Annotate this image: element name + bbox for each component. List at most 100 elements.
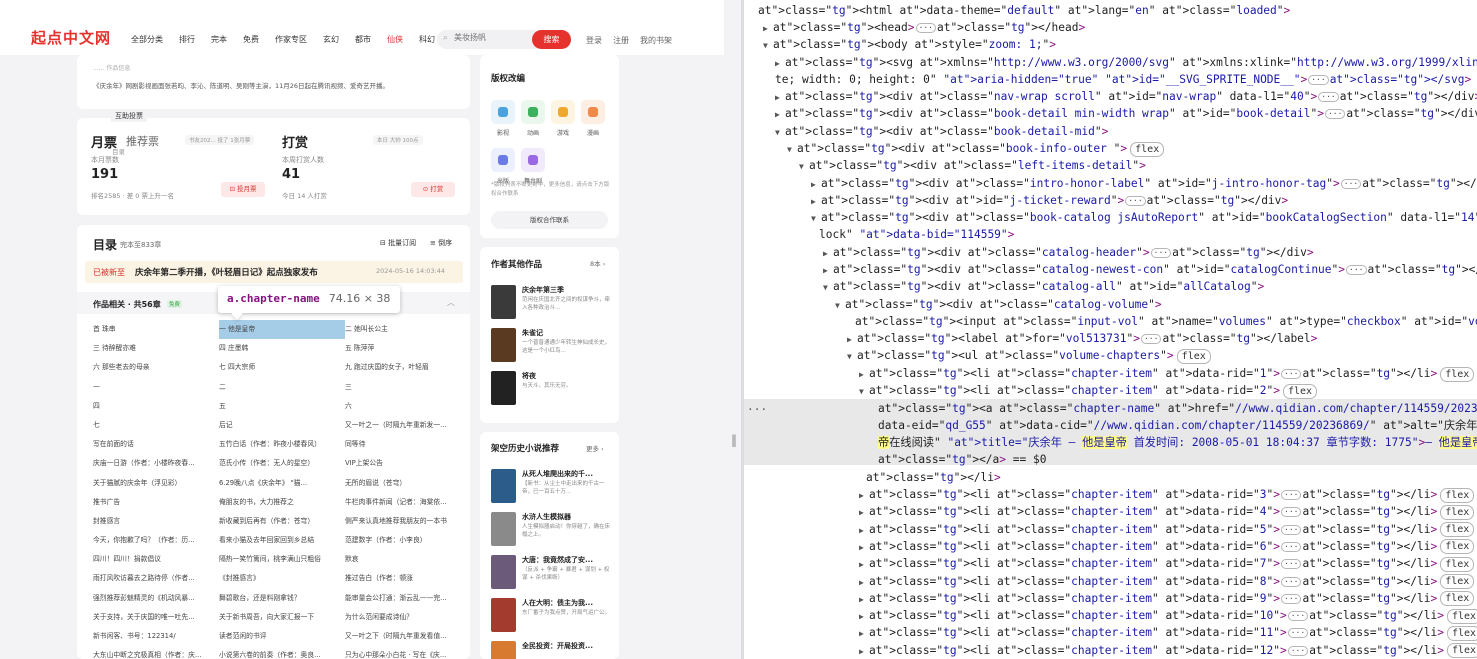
flex-badge[interactable]: flex [1176,348,1211,364]
nav-item[interactable]: 科幻 [419,34,435,45]
author-works-more[interactable]: 8本 › [590,258,605,268]
dom-node-line[interactable]: ▶ at">class="tg"><label at">for="vol51373… [847,330,1317,347]
chapter-link[interactable]: 四 [93,397,219,416]
triangle-expand-icon[interactable]: ▶ [775,106,785,123]
nav-item[interactable]: 作家专区 [275,34,307,45]
chapter-link[interactable]: 四 庄墨韩 [219,339,345,358]
triangle-expand-icon[interactable]: ▶ [775,89,785,106]
dom-node-line[interactable]: ▶ at">class="tg"><div at">class="intro-ho… [811,175,1477,192]
chapter-link[interactable]: 读者范闲的书评 [219,627,345,646]
latest-chapter-title[interactable]: 庆余年第二季开播，《叶轻眉日记》起点独家发布 [135,266,318,278]
book-cover[interactable] [491,555,516,589]
nav-item[interactable]: 免费 [243,34,259,45]
flex-badge[interactable]: flex [1440,556,1475,572]
copyright-item-icon[interactable] [491,100,515,124]
triangle-expand-icon[interactable]: ▶ [823,245,833,262]
chapter-link[interactable]: 四川！四川！捐款倡议 [93,550,219,569]
collapsed-ellipsis[interactable]: ··· [1308,75,1329,85]
chapter-link[interactable]: 一 他是皇帝 [219,320,345,340]
reward-button[interactable]: ⊙ 打赏 [411,182,455,197]
dom-node-line[interactable]: ▶ at">class="tg"><li at">class="chapter-i… [859,573,1475,590]
book-title[interactable]: 人在大明：债主为我... [522,598,593,608]
chapter-link[interactable]: 只为心中那朵小白花 · 写在《庆... [345,646,463,659]
flex-badge[interactable]: flex [1440,539,1475,555]
dom-node-line[interactable]: ▶ at">class="tg"><head> ··· at">class="tg">… [763,19,1085,36]
login-link[interactable]: 登录 [586,35,602,46]
chapter-link[interactable]: 默哀 [345,550,463,569]
book-cover[interactable] [491,598,516,632]
chapter-link[interactable]: 俺朋友的书，大力推荐之 [219,493,345,512]
triangle-collapse-icon[interactable]: ▼ [799,158,809,175]
reward-title[interactable]: 打赏 [282,132,308,151]
book-title[interactable]: 将夜 [522,371,536,381]
search-button[interactable]: 搜索 [532,30,571,49]
flex-badge[interactable]: flex [1446,608,1477,624]
dom-node-line[interactable]: ▼ at">class="tg"><div at">class="catalog-… [823,278,1264,295]
flex-badge[interactable]: flex [1446,625,1477,641]
copyright-item-icon[interactable] [551,100,575,124]
batch-order-button[interactable]: ⊟ 批量订阅 [380,238,416,248]
flex-badge[interactable]: flex [1440,366,1475,382]
chapter-link[interactable]: 隔热一笑竹篱间，桃李满山只粗俗 [219,550,345,569]
dom-node-line[interactable]: ▶ at">class="tg"><div at">class="book-det… [775,105,1477,122]
chapter-link[interactable]: 关于支持，关于庆国的唯一吐先... [93,608,219,627]
chevron-up-icon[interactable]: ︿ [447,297,455,308]
chapter-link[interactable]: 三 [345,378,463,397]
triangle-collapse-icon[interactable]: ▼ [859,383,869,400]
triangle-collapse-icon[interactable]: ▼ [787,141,797,158]
dom-node-line[interactable]: ▶ at">class="tg"><div at">id="j-ticket-re… [811,192,1288,209]
dom-node-line[interactable]: ▶ at">class="tg"><li at">class="chapter-i… [859,607,1477,624]
bookshelf-link[interactable]: 我的书架 [640,35,672,46]
chapter-link[interactable]: 六 那些老去的母亲 [93,358,219,377]
triangle-collapse-icon[interactable]: ▼ [775,124,785,141]
chapter-link[interactable]: 舞碧歌台，还是料刚拿钱？ [219,589,345,608]
collapsed-ellipsis[interactable]: ··· [1287,611,1309,622]
chapter-link[interactable]: 又一叶之一（时隔九年重新发一... [345,416,463,435]
chapter-link[interactable]: 范氏小传（作者：无人的星空） [219,454,345,473]
chapter-link[interactable]: 五 [219,397,345,416]
dom-node-line[interactable]: ▶ at">class="tg"><div at">class="nav-wrap… [775,88,1477,105]
dom-node-line[interactable]: data-eid="qd_G55" at">data-cid="//www.qi… [878,417,1477,434]
dom-node-line[interactable]: 帝在线阅读" "at">title="庆余年 — 他是皇帝 首发时间: 2008… [878,434,1477,451]
triangle-expand-icon[interactable]: ▶ [859,522,869,539]
copyright-item-icon[interactable] [491,148,515,172]
chapter-link[interactable]: 五竹白话（作者：昨夜小楼春风） [219,435,345,454]
book-title[interactable]: 庆余年第三季 [522,285,564,295]
collapsed-ellipsis[interactable]: ··· [915,23,936,33]
chapter-link[interactable]: 6.29晚八点《庆余年》 "猫... [219,474,345,493]
triangle-expand-icon[interactable]: ▶ [823,262,833,279]
dom-node-line[interactable]: ▼ at">class="tg"><body at">style="zoom: 1… [763,36,1056,53]
book-title[interactable]: 大唐：我竟然成了安... [522,555,593,565]
chapter-link[interactable]: 二 她叫长公主 [345,320,463,339]
site-logo[interactable]: 起点中文网 [31,27,111,48]
chapter-link[interactable]: 新书闲客、书号：122314/ [93,627,219,646]
chapter-link[interactable]: 侧严来认真地推荐我朋友的一本书 [345,512,463,531]
triangle-collapse-icon[interactable]: ▼ [763,37,773,54]
book-title[interactable]: 朱雀记 [522,328,543,338]
collapsed-ellipsis[interactable]: ··· [1287,628,1309,639]
flex-badge[interactable]: flex [1440,504,1475,520]
chapter-link[interactable]: 封推感言 [93,512,219,531]
book-cover[interactable] [491,285,516,319]
chapter-link[interactable]: 二 [219,378,345,397]
dom-node-line[interactable]: ▶ at">class="tg"><li at">class="chapter-i… [859,538,1475,555]
flex-badge[interactable]: flex [1440,487,1475,503]
dom-node-line[interactable]: ▶ at">class="tg"><li at">class="chapter-i… [859,555,1475,572]
triangle-expand-icon[interactable]: ▶ [859,625,869,642]
chapter-link[interactable]: 六 [345,397,463,416]
flex-badge[interactable]: flex [1446,643,1477,659]
collapsed-ellipsis[interactable]: ··· [1281,559,1302,570]
chapter-link[interactable]: 庆庙一日游（作者：小楼昨夜春... [93,454,219,473]
triangle-collapse-icon[interactable]: ▼ [823,279,833,296]
triangle-expand-icon[interactable]: ▶ [811,193,821,210]
dom-node-line[interactable]: ▼ at">class="tg"><div at">class="book-inf… [787,140,1165,158]
nav-item[interactable]: 全部分类 [131,34,163,45]
flex-badge[interactable]: flex [1440,522,1475,538]
dom-node-line[interactable]: lock" "at">data-bid="114559"> [819,226,1014,243]
search-input[interactable] [454,33,534,42]
chapter-link[interactable]: 九 跑过庆国的女子，叶轻眉 [345,358,463,377]
dom-node-line[interactable]: ▶ at">class="tg"><svg at">xmlns="http://w… [775,54,1477,71]
chapter-link[interactable]: VIP上架公告 [345,454,463,473]
chapter-link[interactable]: 七 [93,416,219,435]
dom-node-line[interactable]: ▼ at">class="tg"><div at">class="book-cat… [811,209,1477,226]
